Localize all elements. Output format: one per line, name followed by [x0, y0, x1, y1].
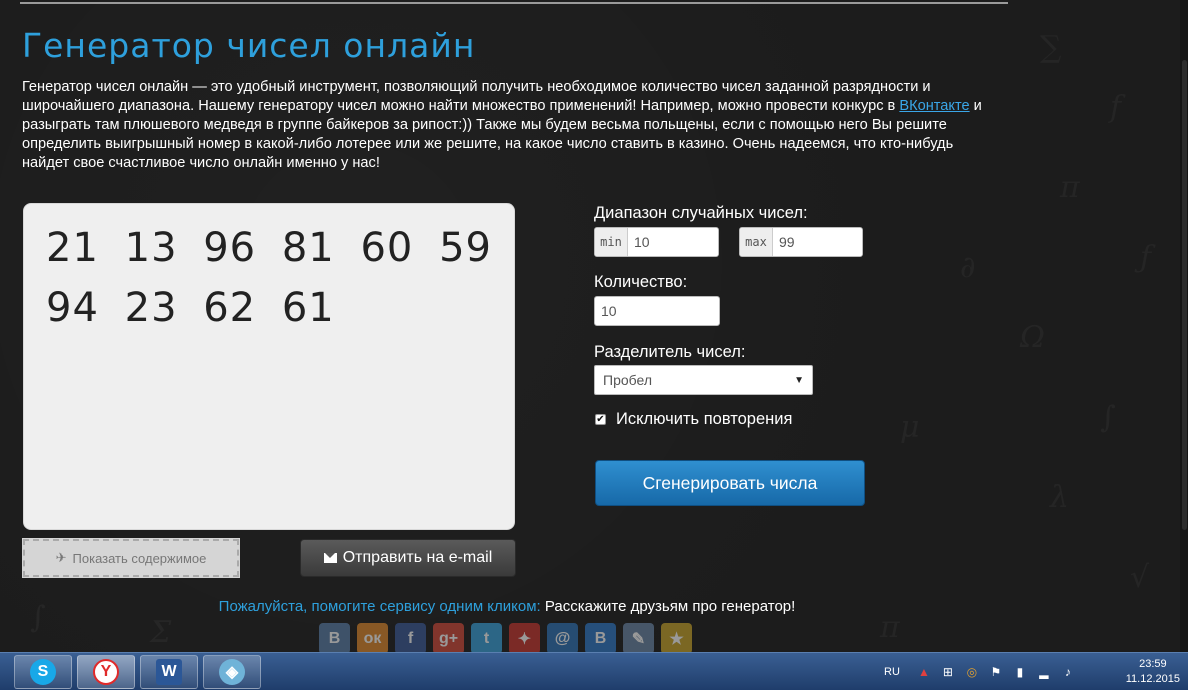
- top-divider: [20, 2, 1008, 4]
- signal-icon[interactable]: ▂: [1037, 665, 1051, 679]
- google-plus-icon[interactable]: g+: [433, 623, 464, 654]
- dropdown-arrow-icon: ▼: [794, 374, 804, 386]
- max-addon: max: [740, 228, 773, 256]
- clock-date: 11.12.2015: [1125, 673, 1180, 685]
- vk-icon[interactable]: B: [319, 623, 350, 654]
- intro-text: Генератор чисел онлайн — это удобный инс…: [22, 79, 982, 171]
- network-arrow-icon[interactable]: ▲: [917, 665, 931, 679]
- exclude-repeats-row[interactable]: ✔ Исключить повторения: [595, 410, 792, 429]
- result-box: 21 13 96 81 60 59 94 23 62 61: [23, 203, 515, 530]
- windows-icon[interactable]: ⊞: [941, 665, 955, 679]
- moimir-icon[interactable]: ✦: [509, 623, 540, 654]
- windows-taskbar: S Y W ◈ RU ▲ ⊞ ◎ ⚑ ▮ ▂ ♪ 23:59 11.12.201…: [0, 652, 1188, 690]
- odnoklassniki-icon[interactable]: ок: [357, 623, 388, 654]
- page-scrollbar[interactable]: [1180, 0, 1188, 652]
- count-label: Количество:: [594, 273, 688, 291]
- show-content-button[interactable]: ✈ Показать содержимое: [22, 538, 240, 578]
- taskbar-app[interactable]: ◈: [203, 655, 261, 689]
- min-input[interactable]: [628, 228, 718, 256]
- media-icon[interactable]: ◎: [965, 665, 979, 679]
- battery-icon[interactable]: ▮: [1013, 665, 1027, 679]
- word-icon: W: [156, 659, 182, 685]
- separator-label: Разделитель чисел:: [594, 343, 746, 361]
- app-icon: ◈: [219, 659, 245, 685]
- show-content-label: Показать содержимое: [72, 550, 207, 566]
- clock[interactable]: 23:59 11.12.2015: [1126, 657, 1180, 687]
- separator-select[interactable]: Пробел ▼: [594, 365, 813, 395]
- separator-selected: Пробел: [603, 372, 652, 388]
- blogger-icon[interactable]: B: [585, 623, 616, 654]
- min-addon: min: [595, 228, 628, 256]
- vkontakte-link[interactable]: ВКонтакте: [899, 98, 969, 114]
- help-prompt: Пожалуйста, помогите сервису одним клико…: [218, 598, 541, 615]
- send-email-label: Отправить на e-mail: [342, 549, 493, 566]
- envelope-icon: [323, 553, 337, 563]
- send-email-button[interactable]: Отправить на e-mail: [300, 539, 516, 577]
- share-buttons: Bок f g+ t ✦ @ B ✎ ★: [319, 623, 692, 654]
- page-title: Генератор чисел онлайн: [22, 26, 476, 65]
- exclude-repeats-checkbox[interactable]: ✔: [595, 414, 606, 425]
- language-indicator[interactable]: RU: [884, 666, 900, 678]
- help-cta: Расскажите друзьям про генератор!: [544, 598, 796, 615]
- min-input-group: min: [594, 227, 719, 257]
- taskbar-yandex-browser[interactable]: Y: [77, 655, 135, 689]
- max-input[interactable]: [773, 228, 862, 256]
- taskbar-skype[interactable]: S: [14, 655, 72, 689]
- system-tray: RU ▲ ⊞ ◎ ⚑ ▮ ▂ ♪: [884, 653, 1080, 690]
- clock-time: 23:59: [1139, 658, 1167, 670]
- help-line: Пожалуйста, помогите сервису одним клико…: [0, 598, 1014, 615]
- max-input-group: max: [739, 227, 863, 257]
- skype-icon: S: [30, 659, 56, 685]
- exclude-repeats-label: Исключить повторения: [616, 410, 793, 428]
- generated-numbers: 21 13 96 81 60 59 94 23 62 61: [46, 225, 492, 331]
- generate-button[interactable]: Сгенерировать числа: [595, 460, 865, 506]
- livejournal-icon[interactable]: ✎: [623, 623, 654, 654]
- flag-icon[interactable]: ⚑: [989, 665, 1003, 679]
- twitter-icon[interactable]: t: [471, 623, 502, 654]
- taskbar-word[interactable]: W: [140, 655, 198, 689]
- rocket-icon: ✈: [55, 550, 67, 565]
- mail-icon[interactable]: @: [547, 623, 578, 654]
- count-input[interactable]: [594, 296, 720, 326]
- range-label: Диапазон случайных чисел:: [594, 204, 808, 222]
- favorites-icon[interactable]: ★: [661, 623, 692, 654]
- facebook-icon[interactable]: f: [395, 623, 426, 654]
- volume-icon[interactable]: ♪: [1061, 665, 1075, 679]
- yandex-browser-icon: Y: [93, 659, 119, 685]
